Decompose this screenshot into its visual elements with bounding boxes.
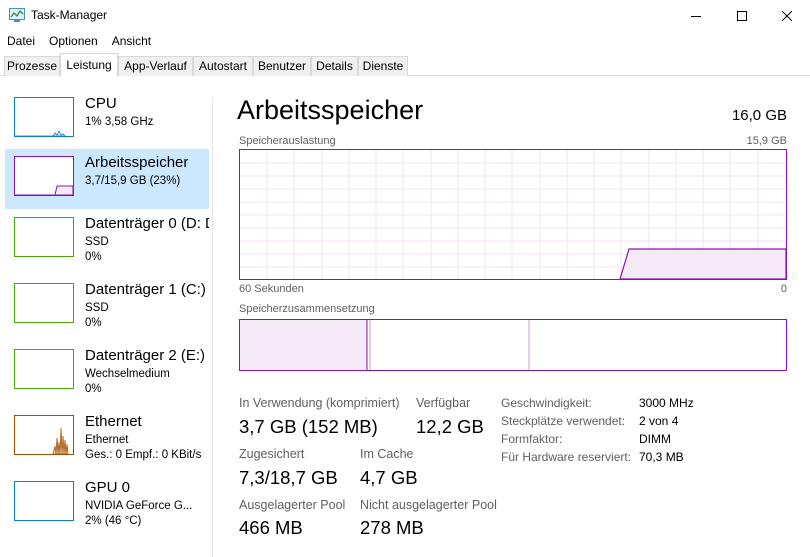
in-use-label: In Verwendung (komprimiert) xyxy=(239,396,400,410)
form-factor-value: DIMM xyxy=(639,432,671,446)
committed-value: 7,3/18,7 GB xyxy=(239,467,338,488)
device-disk-1[interactable]: Datenträger 1 (C:) SSD 0% xyxy=(5,276,209,336)
available-label: Verfügbar xyxy=(416,396,471,410)
paged-pool-value: 466 MB xyxy=(239,517,303,538)
close-icon xyxy=(782,10,792,21)
available-value: 12,2 GB xyxy=(416,416,484,437)
device-throughput: Ges.: 0 Empf.: 0 KBit/s xyxy=(85,449,202,461)
minimize-icon xyxy=(691,15,701,17)
device-type: Ethernet xyxy=(85,434,129,446)
in-use-value: 3,7 GB (152 MB) xyxy=(239,416,378,437)
close-button[interactable] xyxy=(764,0,810,31)
memory-mini-graph xyxy=(15,185,73,195)
slots-value: 2 von 4 xyxy=(639,414,679,428)
task-manager-icon xyxy=(9,8,25,22)
memory-composition-plot xyxy=(240,320,530,370)
memory-usage-graph xyxy=(239,149,787,280)
menu-datei[interactable]: Datei xyxy=(0,31,42,51)
title-bar: Task-Manager xyxy=(0,0,810,31)
device-memory[interactable]: Arbeitsspeicher 3,7/15,9 GB (23%) xyxy=(5,149,209,209)
minimize-button[interactable] xyxy=(673,0,719,31)
device-name: Datenträger 2 (E:) xyxy=(85,347,206,364)
panel-divider xyxy=(212,97,213,557)
device-usage: 0% xyxy=(85,317,102,329)
maximize-button[interactable] xyxy=(719,0,765,31)
tab-leistung[interactable]: Leistung xyxy=(60,53,118,77)
tab-prozesse[interactable]: Prozesse xyxy=(4,56,60,76)
tab-bar: Prozesse Leistung App-Verlauf Autostart … xyxy=(0,51,810,77)
page-title: Arbeitsspeicher xyxy=(237,95,424,125)
ethernet-thumbnail xyxy=(14,415,74,455)
device-name: Ethernet xyxy=(85,413,142,430)
device-usage: 2% (46 °C) xyxy=(85,515,142,527)
cached-label: Im Cache xyxy=(360,447,414,461)
tab-app-verlauf[interactable]: App-Verlauf xyxy=(118,56,193,76)
disk-thumbnail xyxy=(14,283,74,323)
device-gpu-0[interactable]: GPU 0 NVIDIA GeForce G... 2% (46 °C) xyxy=(5,474,209,534)
time-axis-start: 60 Sekunden xyxy=(239,283,304,295)
device-disk-2[interactable]: Datenträger 2 (E:) Wechselmedium 0% xyxy=(5,342,209,402)
disk-thumbnail xyxy=(14,349,74,389)
device-usage: 0% xyxy=(85,251,102,263)
device-cpu[interactable]: CPU 1% 3,58 GHz xyxy=(5,90,209,150)
device-name: Arbeitsspeicher xyxy=(85,154,189,171)
device-type: NVIDIA GeForce G... xyxy=(85,500,193,512)
tab-autostart[interactable]: Autostart xyxy=(193,56,253,76)
total-memory: 16,0 GB xyxy=(731,107,787,124)
speed-value: 3000 MHz xyxy=(639,396,694,410)
hardware-reserved-value: 70,3 MB xyxy=(639,450,684,464)
device-name: Datenträger 0 (D: D xyxy=(85,215,209,232)
tab-dienste[interactable]: Dienste xyxy=(358,56,408,76)
disk-thumbnail xyxy=(14,217,74,257)
usage-graph-label: Speicherauslastung xyxy=(239,135,336,147)
tab-benutzer[interactable]: Benutzer xyxy=(253,56,311,76)
device-type: Wechselmedium xyxy=(85,368,170,380)
gpu-thumbnail xyxy=(14,481,74,521)
hardware-reserved-label: Für Hardware reserviert: xyxy=(501,450,632,464)
usage-graph-max: 15,9 GB xyxy=(746,135,787,147)
device-type: SSD xyxy=(85,302,109,314)
device-ethernet[interactable]: Ethernet Ethernet Ges.: 0 Empf.: 0 KBit/… xyxy=(5,408,209,468)
paged-pool-label: Ausgelagerter Pool xyxy=(239,498,346,512)
tab-details[interactable]: Details xyxy=(311,56,358,76)
committed-label: Zugesichert xyxy=(239,447,305,461)
cpu-thumbnail xyxy=(14,97,74,137)
maximize-icon xyxy=(737,10,747,21)
device-name: GPU 0 xyxy=(85,479,131,496)
device-type: SSD xyxy=(85,236,109,248)
composition-label: Speicherzusammensetzung xyxy=(239,303,375,315)
device-disk-0[interactable]: Datenträger 0 (D: D SSD 0% xyxy=(5,210,209,270)
speed-label: Geschwindigkeit: xyxy=(501,396,592,410)
device-name: CPU xyxy=(85,95,117,112)
menu-bar: Datei Optionen Ansicht xyxy=(0,31,810,51)
device-detail: 3,7/15,9 GB (23%) xyxy=(85,175,181,187)
device-name: Datenträger 1 (C:) xyxy=(85,281,206,298)
nonpaged-pool-value: 278 MB xyxy=(360,517,424,538)
ethernet-mini-graph xyxy=(52,427,69,454)
menu-optionen[interactable]: Optionen xyxy=(42,31,105,51)
device-usage: 0% xyxy=(85,383,102,395)
memory-usage-plot xyxy=(240,150,786,279)
time-axis-end: 0 xyxy=(780,283,787,295)
memory-thumbnail xyxy=(14,156,74,196)
cached-value: 4,7 GB xyxy=(360,467,418,488)
form-factor-label: Formfaktor: xyxy=(501,432,563,446)
menu-ansicht[interactable]: Ansicht xyxy=(105,31,158,51)
slots-label: Steckplätze verwendet: xyxy=(501,414,626,428)
memory-composition-bar xyxy=(239,319,787,371)
nonpaged-pool-label: Nicht ausgelagerter Pool xyxy=(360,498,497,512)
cpu-mini-graph xyxy=(15,130,66,136)
window-title: Task-Manager xyxy=(31,8,108,22)
device-detail: 1% 3,58 GHz xyxy=(85,116,154,128)
device-list: CPU 1% 3,58 GHz Arbeitsspeicher 3,7/15,9… xyxy=(0,77,212,557)
